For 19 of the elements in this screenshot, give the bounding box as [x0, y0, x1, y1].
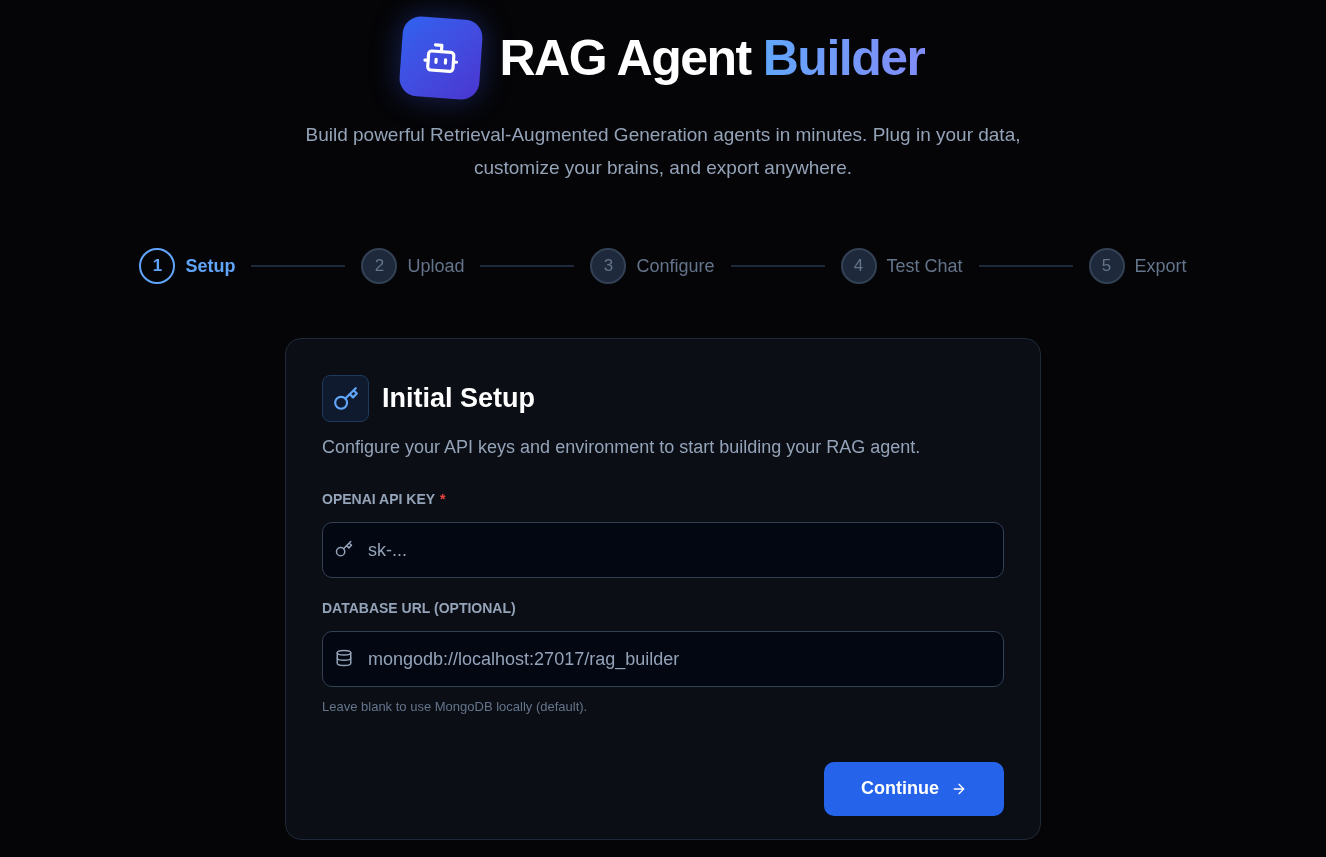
step-tab[interactable]: 3 Configure [590, 248, 715, 284]
api-key-field[interactable]: sk-... [322, 522, 1004, 578]
field-label: OPENAI API KEY [322, 490, 436, 509]
step-tab[interactable]: 4 Test Chat [840, 248, 963, 284]
database-icon [335, 649, 353, 667]
database-url-field[interactable]: mongodb://localhost:27017/rag_builder [322, 631, 1004, 687]
key-icon [332, 385, 359, 412]
step-tab[interactable]: 2 Upload [361, 248, 465, 284]
subtitle: Build powerful Retrieval-Augmented Generation agents in minutes. Plug in your data, customize your brains, and export anywhere. [304, 123, 1022, 180]
continue-button[interactable]: Continue [824, 761, 1004, 816]
field-hint: Leave blank to use MongoDB locally (default). [322, 698, 589, 716]
required-mark: * [440, 490, 446, 509]
card-description: Configure your API keys and environment to start building your RAG agent. [322, 436, 922, 459]
field-label: DATABASE URL (OPTIONAL) [322, 599, 516, 618]
step-tab[interactable]: 1 Setup [139, 248, 236, 284]
app-title: RAG Agent [499, 33, 751, 83]
key-icon [335, 540, 353, 558]
step-tab[interactable]: 5 Export [1088, 248, 1187, 284]
card-title: Initial Setup [382, 382, 535, 416]
